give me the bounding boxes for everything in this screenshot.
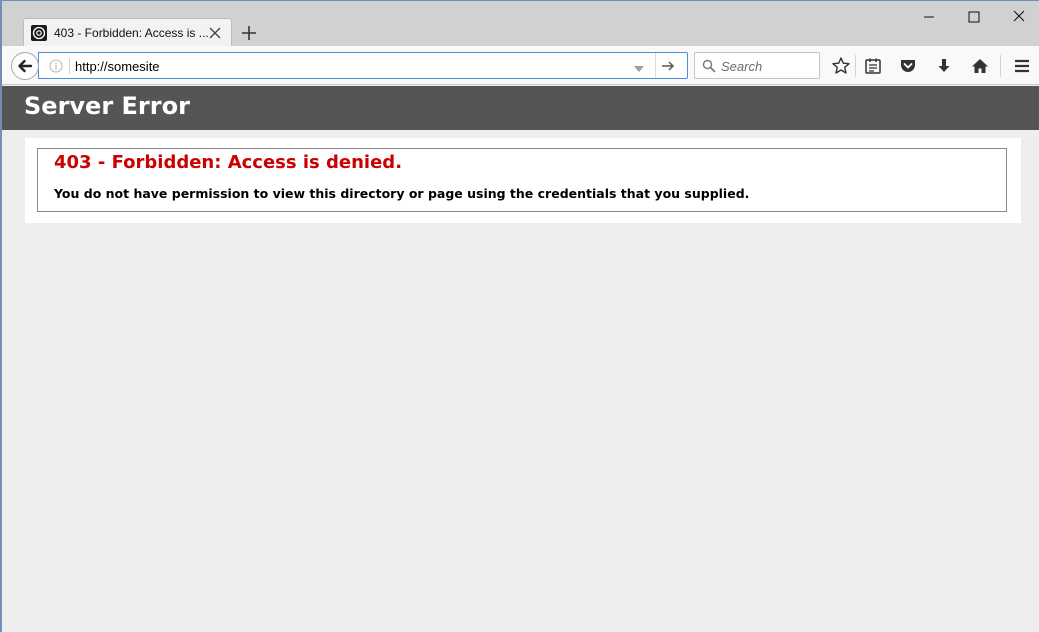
new-tab-icon[interactable] bbox=[240, 24, 258, 42]
tab-title: 403 - Forbidden: Access is ... bbox=[54, 26, 209, 40]
bookmark-star-icon[interactable] bbox=[831, 56, 851, 76]
url-separator bbox=[69, 58, 70, 74]
reading-list-icon[interactable] bbox=[863, 56, 883, 76]
go-arrow-icon[interactable] bbox=[660, 58, 676, 74]
page-header: Server Error bbox=[2, 86, 1039, 130]
search-icon bbox=[702, 59, 716, 73]
page-content: Server Error 403 - Forbidden: Access is … bbox=[2, 86, 1039, 632]
browser-window: 403 - Forbidden: Access is ... http://so… bbox=[0, 0, 1039, 632]
maximize-icon[interactable] bbox=[959, 7, 989, 27]
navigation-toolbar bbox=[2, 46, 1039, 85]
toolbar-separator bbox=[855, 55, 856, 77]
search-input[interactable] bbox=[721, 58, 813, 74]
error-panel: 403 - Forbidden: Access is denied. You d… bbox=[25, 138, 1021, 223]
globe-icon bbox=[31, 25, 47, 41]
error-fieldset: 403 - Forbidden: Access is denied. You d… bbox=[37, 148, 1007, 212]
download-icon[interactable] bbox=[934, 56, 954, 76]
minimize-icon[interactable] bbox=[914, 7, 944, 27]
close-tab-icon[interactable] bbox=[208, 26, 222, 40]
back-button[interactable] bbox=[11, 52, 39, 80]
back-arrow-icon bbox=[18, 59, 33, 73]
url-bar[interactable] bbox=[38, 52, 688, 79]
tab-strip: 403 - Forbidden: Access is ... bbox=[2, 1, 1039, 46]
url-go-separator bbox=[655, 53, 656, 78]
info-icon[interactable] bbox=[49, 59, 63, 73]
close-icon[interactable] bbox=[1004, 7, 1034, 27]
url-input[interactable] bbox=[75, 57, 635, 75]
toolbar-separator bbox=[1000, 55, 1001, 77]
chevron-down-icon[interactable] bbox=[633, 61, 645, 72]
search-bar[interactable] bbox=[694, 52, 820, 79]
home-icon[interactable] bbox=[970, 56, 990, 76]
page-title: Server Error bbox=[24, 92, 190, 120]
menu-icon[interactable] bbox=[1012, 56, 1032, 76]
pocket-icon[interactable] bbox=[898, 56, 918, 76]
error-message: You do not have permission to view this … bbox=[54, 186, 750, 201]
tab-403-forbidden[interactable]: 403 - Forbidden: Access is ... bbox=[23, 18, 232, 46]
error-heading: 403 - Forbidden: Access is denied. bbox=[54, 152, 403, 173]
